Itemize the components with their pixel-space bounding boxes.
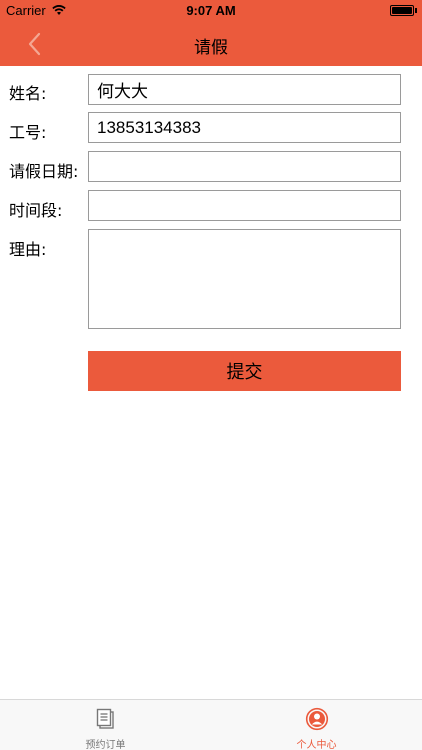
tab-orders[interactable]: 预约订单 bbox=[0, 700, 211, 750]
tab-orders-label: 预约订单 bbox=[85, 740, 126, 750]
back-button[interactable] bbox=[22, 30, 50, 58]
document-list-icon bbox=[96, 708, 114, 729]
battery-icon bbox=[390, 5, 414, 16]
leave-date-field[interactable] bbox=[88, 151, 401, 182]
employee-id-field[interactable] bbox=[88, 112, 401, 143]
name-label: 姓名: bbox=[9, 84, 47, 103]
battery-tip bbox=[415, 8, 417, 13]
header: Carrier 9:07 AM 请假 bbox=[0, 0, 422, 66]
time-period-label: 时间段: bbox=[9, 201, 63, 220]
leave-date-label: 请假日期: bbox=[9, 162, 79, 181]
chevron-left-icon bbox=[28, 32, 41, 56]
page-title: 请假 bbox=[194, 38, 228, 58]
status-time: 9:07 AM bbox=[186, 3, 236, 18]
user-circle-icon bbox=[305, 707, 328, 731]
nav-bar: 请假 bbox=[0, 22, 422, 66]
time-period-field[interactable] bbox=[88, 190, 401, 221]
tab-bar: 预约订单 个人中心 bbox=[0, 699, 422, 750]
reason-label: 理由: bbox=[9, 240, 47, 259]
tab-profile-label: 个人中心 bbox=[296, 740, 337, 750]
name-field[interactable] bbox=[88, 74, 401, 105]
submit-button[interactable]: 提交 bbox=[88, 351, 401, 391]
tab-profile[interactable]: 个人中心 bbox=[211, 700, 422, 750]
status-bar: Carrier 9:07 AM bbox=[0, 0, 422, 22]
reason-textarea[interactable] bbox=[88, 229, 401, 329]
employee-id-label: 工号: bbox=[9, 123, 47, 142]
